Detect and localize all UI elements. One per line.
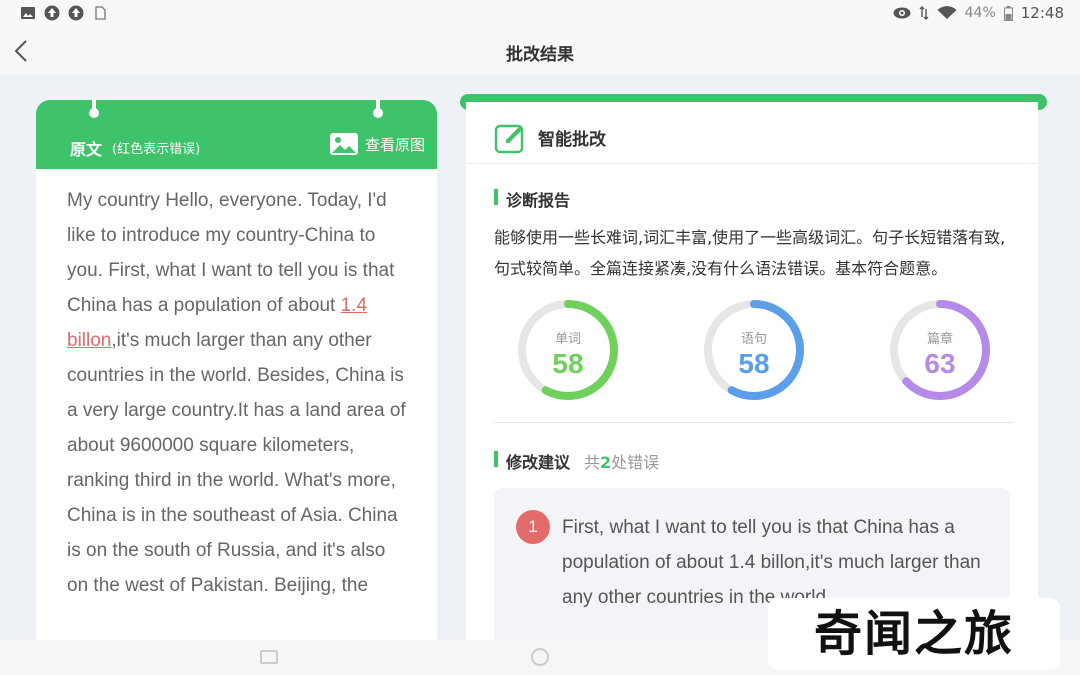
- score-label: 语句: [740, 332, 767, 347]
- original-text-card: 原文 (红色表示错误) 查看原图 My country Hello, every…: [36, 100, 437, 640]
- image-icon: [21, 7, 35, 19]
- clock: 12:48: [1020, 4, 1064, 22]
- view-original-label: 查看原图: [364, 135, 425, 154]
- recent-apps-icon[interactable]: [260, 650, 278, 664]
- smart-correction-header: 智能批改: [466, 102, 1038, 164]
- upload-icon: [68, 5, 84, 21]
- battery-icon: [1003, 5, 1013, 21]
- watermark: 奇闻之旅: [768, 598, 1060, 670]
- original-text-subtitle: (红色表示错误): [112, 142, 201, 157]
- error-count-suffix: 处错误: [611, 453, 660, 472]
- score-value: 58: [552, 348, 584, 379]
- smart-correction-title: 智能批改: [538, 130, 606, 150]
- battery-percent: 44%: [964, 5, 996, 21]
- essay-text: My country Hello, everyone. Today, I'd l…: [36, 169, 437, 603]
- edit-pen-icon: [494, 124, 524, 154]
- diagnosis-text: 能够使用一些长难词,词汇丰富,使用了一些高级词汇。句子长短错落有致,句式较简单。…: [494, 228, 1006, 278]
- binder-ring-icon: [373, 100, 383, 120]
- divider: [494, 422, 1014, 423]
- view-original-button[interactable]: 查看原图: [329, 132, 425, 156]
- title-bar: 批改结果: [0, 28, 1080, 74]
- error-count-prefix: 共: [584, 453, 601, 472]
- error-count: 共2处错误: [584, 449, 659, 473]
- status-bar: 44% 12:48: [0, 0, 1080, 28]
- score-gauge-chapter: 篇章 63: [888, 298, 992, 402]
- score-label: 单词: [554, 332, 581, 347]
- score-gauge-word: 单词 58: [516, 298, 620, 402]
- essay-text-part: ,it's much larger than any other countri…: [67, 330, 406, 596]
- original-text-title: 原文: [70, 140, 103, 159]
- sd-card-icon: [95, 6, 106, 20]
- data-arrows-icon: [919, 6, 929, 20]
- wifi-icon: [937, 6, 957, 19]
- eye-icon: [893, 7, 911, 19]
- upload-icon: [44, 5, 60, 21]
- picture-icon: [329, 133, 358, 155]
- score-value: 63: [924, 348, 956, 379]
- suggestions-heading: 修改建议: [494, 449, 570, 473]
- smart-correction-card: 智能批改 诊断报告 能够使用一些长难词,词汇丰富,使用了一些高级词汇。句子长短错…: [466, 102, 1038, 648]
- error-count-number: 2: [600, 453, 612, 472]
- suggestion-number-badge: 1: [516, 510, 550, 544]
- binder-ring-icon: [89, 100, 99, 120]
- diagnosis-heading: 诊断报告: [494, 187, 570, 211]
- home-icon[interactable]: [531, 648, 549, 666]
- page-title: 批改结果: [506, 45, 574, 65]
- score-gauge-sentence: 语句 58: [702, 298, 806, 402]
- original-text-header: 原文 (红色表示错误) 查看原图: [36, 100, 437, 169]
- score-label: 篇章: [926, 332, 953, 347]
- score-value: 58: [738, 348, 770, 379]
